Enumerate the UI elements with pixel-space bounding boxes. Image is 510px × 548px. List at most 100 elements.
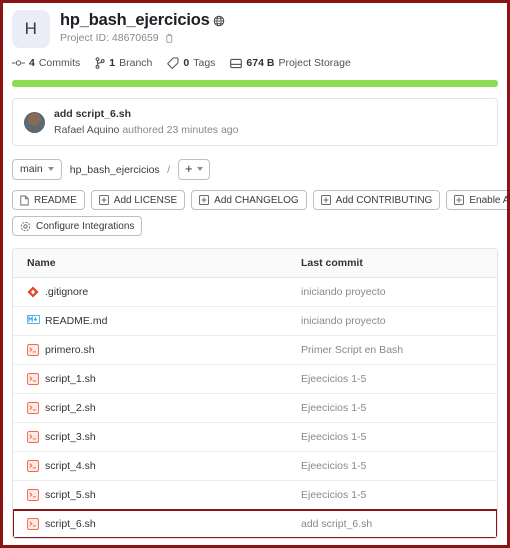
screenshot-frame: H hp_bash_ejercicios Project ID: 4867065… <box>0 0 510 548</box>
file-last-commit[interactable]: Ejeecicios 1-5 <box>299 489 497 501</box>
add-changelog-button-label: Add CHANGELOG <box>214 194 299 206</box>
last-commit-author[interactable]: Rafael Aquino <box>54 124 119 136</box>
copy-icon[interactable] <box>164 33 174 44</box>
file-name[interactable]: script_2.sh <box>45 402 96 414</box>
plus-square-icon <box>320 195 331 206</box>
last-commit-card: add script_6.sh Rafael Aquino authored 2… <box>12 98 498 146</box>
file-name-cell: script_1.sh <box>13 373 299 385</box>
shell-icon <box>27 489 39 501</box>
file-name-cell: .gitignore <box>13 286 299 298</box>
configure-integrations-button[interactable]: Configure Integrations <box>12 216 143 236</box>
file-last-commit[interactable]: add script_6.sh <box>299 518 497 530</box>
stat-tags-label: Tags <box>193 57 216 69</box>
document-icon <box>20 195 29 206</box>
add-changelog-button[interactable]: Add CHANGELOG <box>191 190 307 210</box>
language-bar[interactable] <box>12 80 498 87</box>
plus-square-icon <box>454 195 465 206</box>
enable-auto-devops-button-label: Enable Auto DevOps <box>469 194 507 206</box>
file-name-cell: README.md <box>13 315 299 327</box>
chevron-down-icon <box>196 167 203 171</box>
file-name[interactable]: script_5.sh <box>45 489 96 501</box>
project-meta: hp_bash_ejercicios Project ID: 48670659 <box>60 10 225 44</box>
gitlab-project-page: H hp_bash_ejercicios Project ID: 4867065… <box>3 3 507 545</box>
add-license-button[interactable]: Add LICENSE <box>90 190 186 210</box>
stat-storage-label: Project Storage <box>278 57 351 69</box>
table-row[interactable]: script_3.sh Ejeecicios 1-5 <box>13 423 497 452</box>
gear-icon <box>20 221 31 232</box>
table-row[interactable]: script_2.sh Ejeecicios 1-5 <box>13 394 497 423</box>
project-header: H hp_bash_ejercicios Project ID: 4867065… <box>12 3 507 48</box>
configure-integrations-button-label: Configure Integrations <box>36 220 135 232</box>
avatar[interactable] <box>24 111 45 133</box>
project-action-buttons: README Add LICENSE Add CHANGELOG Add CON… <box>12 190 507 236</box>
file-name[interactable]: primero.sh <box>45 344 95 356</box>
commit-icon <box>12 58 25 68</box>
stat-tags[interactable]: 0 Tags <box>167 57 215 69</box>
table-row[interactable]: script_6.sh add script_6.sh <box>13 509 497 538</box>
breadcrumb-root[interactable]: hp_bash_ejercicios <box>70 164 160 176</box>
project-title-row: hp_bash_ejercicios <box>60 11 225 30</box>
file-last-commit[interactable]: iniciando proyecto <box>299 286 497 298</box>
ref-breadcrumb-row: main hp_bash_ejercicios / + <box>12 158 507 180</box>
project-id-row: Project ID: 48670659 <box>60 32 225 44</box>
file-name[interactable]: script_6.sh <box>45 518 96 530</box>
file-last-commit[interactable]: iniciando proyecto <box>299 315 497 327</box>
file-name-cell: script_6.sh <box>13 518 299 530</box>
file-name-cell: script_2.sh <box>13 402 299 414</box>
branch-selector[interactable]: main <box>12 158 62 180</box>
table-row[interactable]: README.md iniciando proyecto <box>13 307 497 336</box>
page-title: hp_bash_ejercicios <box>60 11 210 29</box>
shell-icon <box>27 373 39 385</box>
shell-icon <box>27 518 39 530</box>
language-bar-wrapper <box>12 80 507 87</box>
stat-branches[interactable]: 1 Branch <box>95 57 152 69</box>
stat-storage[interactable]: 674 B Project Storage <box>230 57 351 69</box>
file-name[interactable]: script_3.sh <box>45 431 96 443</box>
file-last-commit[interactable]: Ejeecicios 1-5 <box>299 373 497 385</box>
file-last-commit[interactable]: Ejeecicios 1-5 <box>299 460 497 472</box>
enable-auto-devops-button[interactable]: Enable Auto DevOps <box>446 190 507 210</box>
project-stats: 4 Commits 1 Branch 0 Tags 674 B Project … <box>12 57 507 69</box>
table-row[interactable]: primero.sh Primer Script en Bash <box>13 336 497 365</box>
file-name[interactable]: script_1.sh <box>45 373 96 385</box>
storage-icon <box>230 58 243 69</box>
file-name[interactable]: .gitignore <box>45 286 88 298</box>
globe-icon <box>213 15 225 27</box>
file-last-commit[interactable]: Primer Script en Bash <box>299 344 497 356</box>
project-avatar: H <box>12 10 50 48</box>
last-commit-time: authored 23 minutes ago <box>122 123 239 136</box>
markdown-icon <box>27 315 40 327</box>
stat-commits-value: 4 <box>29 57 35 69</box>
file-tree-table: Name Last commit .gitignore iniciando pr… <box>12 248 498 539</box>
file-last-commit[interactable]: Ejeecicios 1-5 <box>299 431 497 443</box>
shell-icon <box>27 344 39 356</box>
last-commit-meta: Rafael Aquino authored 23 minutes ago <box>54 123 238 137</box>
breadcrumb-separator: / <box>167 164 171 176</box>
readme-button-label: README <box>34 194 77 206</box>
git-icon <box>27 286 39 298</box>
file-name[interactable]: script_4.sh <box>45 460 96 472</box>
stat-branches-value: 1 <box>109 57 116 69</box>
file-name-cell: script_4.sh <box>13 460 299 472</box>
branch-icon <box>95 57 105 69</box>
file-last-commit[interactable]: Ejeecicios 1-5 <box>299 402 497 414</box>
add-to-tree-button[interactable]: + <box>178 158 210 180</box>
table-row[interactable]: script_1.sh Ejeecicios 1-5 <box>13 365 497 394</box>
file-name-cell: primero.sh <box>13 344 299 356</box>
table-row[interactable]: .gitignore iniciando proyecto <box>13 278 497 307</box>
file-name[interactable]: README.md <box>45 315 107 327</box>
shell-icon <box>27 460 39 472</box>
last-commit-text: add script_6.sh Rafael Aquino authored 2… <box>54 107 238 136</box>
plus-icon: + <box>185 160 193 176</box>
stat-storage-value: 674 B <box>246 57 275 69</box>
column-header-last-commit: Last commit <box>301 257 363 269</box>
last-commit-message[interactable]: add script_6.sh <box>54 107 238 121</box>
table-row[interactable]: script_5.sh Ejeecicios 1-5 <box>13 481 497 510</box>
breadcrumb: hp_bash_ejercicios / <box>70 160 170 178</box>
add-contributing-button[interactable]: Add CONTRIBUTING <box>312 190 441 210</box>
shell-icon <box>27 431 39 443</box>
stat-commits[interactable]: 4 Commits <box>12 57 80 69</box>
readme-button[interactable]: README <box>12 190 85 210</box>
project-id-label: Project ID: 48670659 <box>60 32 159 44</box>
table-row[interactable]: script_4.sh Ejeecicios 1-5 <box>13 452 497 481</box>
